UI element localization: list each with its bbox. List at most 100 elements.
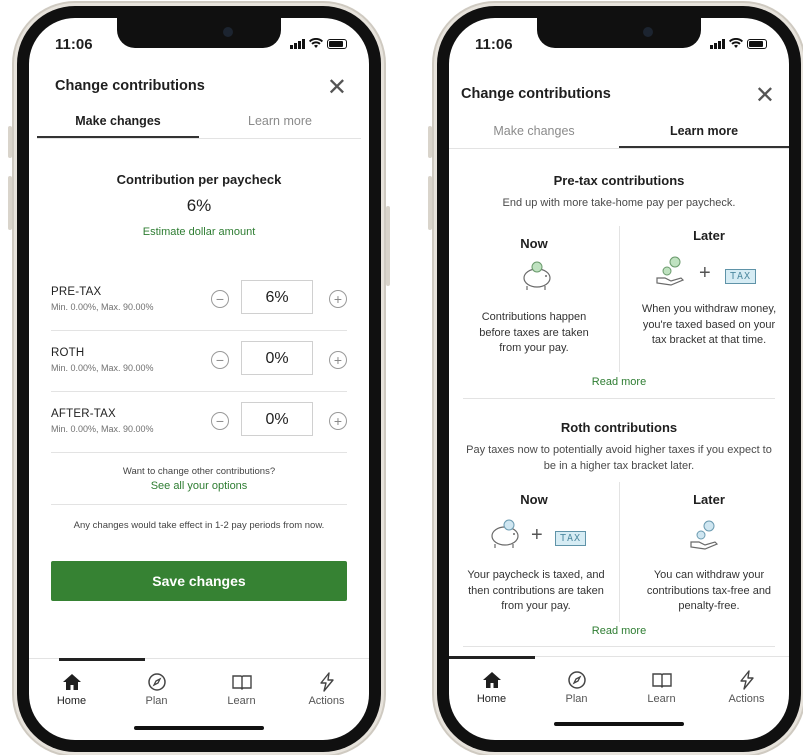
nav-plan-label: Plan bbox=[145, 695, 168, 707]
roth-later-text: You can withdraw your contributions tax-… bbox=[646, 569, 772, 612]
pretax-now-label: Now bbox=[520, 236, 548, 251]
page-title: Change contributions bbox=[461, 86, 611, 102]
side-button bbox=[386, 206, 390, 286]
contribution-row-pretax: PRE-TAX Min. 0.00%, Max. 90.00% − 6% + bbox=[51, 270, 347, 331]
tab-learn-more[interactable]: Learn more bbox=[619, 116, 789, 148]
contribution-value: 6% bbox=[186, 196, 212, 215]
minus-button[interactable]: − bbox=[211, 412, 229, 430]
compass-icon bbox=[567, 671, 586, 689]
nav-home[interactable]: Home bbox=[29, 662, 114, 722]
wifi-icon bbox=[729, 38, 743, 48]
nav-actions[interactable]: Actions bbox=[284, 662, 369, 722]
plus-sign: + bbox=[699, 262, 711, 284]
nav-actions[interactable]: Actions bbox=[704, 660, 789, 720]
hand-coins-icon bbox=[655, 254, 689, 293]
section-divider bbox=[463, 398, 775, 399]
effect-note: Any changes would take effect in 1-2 pay… bbox=[73, 520, 325, 531]
roth-read-more[interactable]: Read more bbox=[449, 625, 789, 637]
nav-learn[interactable]: Learn bbox=[619, 660, 704, 720]
bottom-nav: Home Plan Learn Actions bbox=[449, 660, 789, 720]
row-label: AFTER-TAX bbox=[51, 408, 116, 420]
left-phone: 11:06 Change contributions ✕ Make change… bbox=[8, 6, 390, 752]
notch bbox=[537, 18, 701, 48]
estimate-link[interactable]: Estimate dollar amount bbox=[29, 226, 369, 238]
aftertax-input[interactable]: 0% bbox=[241, 402, 313, 436]
signal-icon bbox=[710, 39, 725, 49]
row-range: Min. 0.00%, Max. 90.00% bbox=[51, 363, 154, 373]
tab-make-changes[interactable]: Make changes bbox=[37, 106, 199, 138]
roth-heading: Roth contributions bbox=[560, 420, 678, 435]
book-icon bbox=[651, 673, 672, 688]
page-title: Change contributions bbox=[55, 78, 205, 94]
nav-active-indicator bbox=[59, 658, 145, 661]
book-icon bbox=[231, 675, 252, 690]
nav-plan[interactable]: Plan bbox=[114, 662, 199, 722]
tax-badge: TAX bbox=[555, 528, 587, 546]
save-changes-button[interactable]: Save changes bbox=[51, 561, 347, 601]
nav-learn[interactable]: Learn bbox=[199, 662, 284, 722]
contribution-row-aftertax: AFTER-TAX Min. 0.00%, Max. 90.00% − 0% + bbox=[51, 392, 347, 453]
nav-actions-label: Actions bbox=[728, 693, 765, 705]
column-divider bbox=[619, 482, 620, 622]
minus-button[interactable]: − bbox=[211, 351, 229, 369]
side-button bbox=[428, 176, 432, 230]
left-screen: 11:06 Change contributions ✕ Make change… bbox=[29, 18, 369, 740]
lightning-icon bbox=[739, 670, 754, 690]
tax-label: TAX bbox=[555, 531, 587, 546]
camera bbox=[223, 27, 233, 37]
right-screen: 11:06 Change contributions ✕ Make change… bbox=[449, 18, 789, 740]
close-icon[interactable]: ✕ bbox=[327, 76, 347, 100]
contribution-heading: Contribution per paycheck bbox=[116, 172, 282, 187]
roth-now-label: Now bbox=[520, 492, 548, 507]
piggy-bank-icon bbox=[519, 258, 555, 297]
row-range: Min. 0.00%, Max. 90.00% bbox=[51, 302, 154, 312]
nav-actions-label: Actions bbox=[308, 695, 345, 707]
battery-icon bbox=[327, 39, 347, 49]
roth-later-label: Later bbox=[693, 492, 725, 507]
hand-coins-icon bbox=[689, 518, 723, 557]
pretax-later-label: Later bbox=[693, 228, 725, 243]
pretax-heading: Pre-tax contributions bbox=[553, 173, 685, 188]
pretax-description: End up with more take-home pay per paych… bbox=[502, 197, 736, 209]
pretax-later-text: When you withdraw money, you're taxed ba… bbox=[641, 303, 777, 346]
home-indicator bbox=[134, 726, 264, 730]
tab-make-changes[interactable]: Make changes bbox=[449, 116, 619, 148]
nav-home[interactable]: Home bbox=[449, 660, 534, 720]
status-icons bbox=[290, 38, 347, 49]
status-time: 11:06 bbox=[475, 36, 513, 53]
close-icon[interactable]: ✕ bbox=[755, 84, 775, 108]
plus-button[interactable]: + bbox=[329, 290, 347, 308]
nav-plan[interactable]: Plan bbox=[534, 660, 619, 720]
nav-learn-label: Learn bbox=[227, 695, 256, 707]
row-label: ROTH bbox=[51, 347, 85, 359]
pretax-input[interactable]: 6% bbox=[241, 280, 313, 314]
divider bbox=[51, 504, 347, 505]
column-divider bbox=[619, 226, 620, 372]
compass-icon bbox=[147, 673, 166, 691]
nav-plan-label: Plan bbox=[565, 693, 588, 705]
side-button bbox=[8, 176, 12, 230]
tab-bar: Make changes Learn more bbox=[37, 106, 361, 139]
signal-icon bbox=[290, 39, 305, 49]
minus-button[interactable]: − bbox=[211, 290, 229, 308]
home-icon bbox=[482, 672, 501, 688]
other-contributions-question: Want to change other contributions? bbox=[122, 466, 276, 477]
roth-now-text: Your paycheck is taxed, and then contrib… bbox=[467, 569, 605, 612]
plus-button[interactable]: + bbox=[329, 412, 347, 430]
bottom-nav: Home Plan Learn Actions bbox=[29, 662, 369, 722]
nav-home-label: Home bbox=[56, 695, 87, 707]
lightning-icon bbox=[319, 672, 334, 692]
nav-active-indicator bbox=[449, 656, 535, 659]
battery-icon bbox=[747, 39, 767, 49]
tax-label: TAX bbox=[725, 269, 757, 284]
side-button bbox=[8, 126, 12, 158]
plus-button[interactable]: + bbox=[329, 351, 347, 369]
notch bbox=[117, 18, 281, 48]
tab-learn-more[interactable]: Learn more bbox=[199, 106, 361, 138]
home-indicator bbox=[554, 722, 684, 726]
see-options-link[interactable]: See all your options bbox=[29, 480, 369, 492]
pretax-read-more[interactable]: Read more bbox=[449, 376, 789, 388]
roth-input[interactable]: 0% bbox=[241, 341, 313, 375]
piggy-bank-icon bbox=[487, 516, 523, 555]
camera bbox=[643, 27, 653, 37]
